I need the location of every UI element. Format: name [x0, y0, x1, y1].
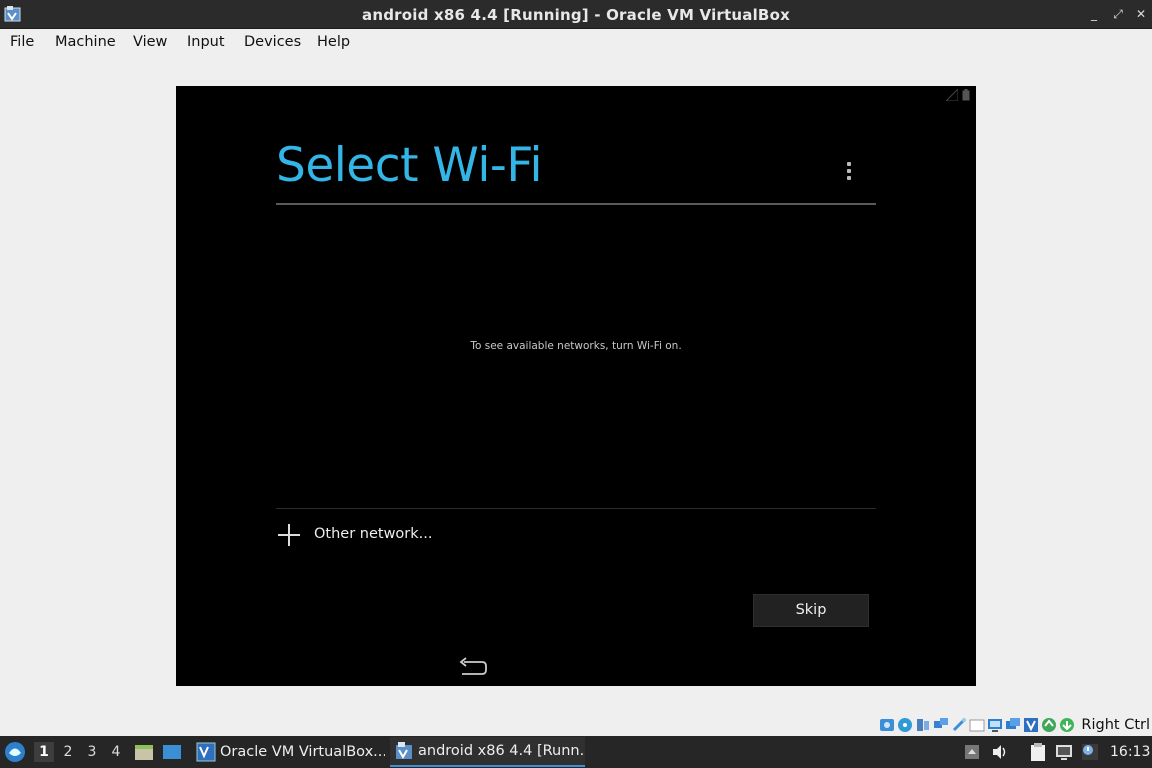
task-label: android x86 4.4 [Runn... [418, 743, 585, 759]
title-divider [276, 203, 876, 205]
clock: 16:13 [1110, 744, 1151, 760]
shared-folders-icon[interactable] [969, 717, 985, 733]
workspace-2[interactable]: 2 [58, 742, 78, 762]
workspace-1[interactable]: 1 [34, 742, 54, 762]
keyboard-icon[interactable] [1059, 717, 1075, 733]
window-titlebar[interactable]: android x86 4.4 [Running] - Oracle VM Vi… [0, 0, 1152, 29]
vt-x-icon[interactable] [1023, 717, 1039, 733]
mouse-integration-icon[interactable] [1041, 717, 1057, 733]
network-tray-icon[interactable] [1054, 742, 1074, 762]
minimize-icon[interactable]: _ [1086, 5, 1102, 23]
volume-icon[interactable] [990, 742, 1010, 762]
display-icon[interactable] [987, 717, 1003, 733]
page-title: Select Wi-Fi [276, 138, 543, 193]
video-capture-icon[interactable] [1005, 717, 1021, 733]
window-title: android x86 4.4 [Running] - Oracle VM Vi… [362, 6, 790, 24]
other-network-item[interactable]: Other network... [276, 520, 876, 552]
workspace-3[interactable]: 3 [82, 742, 102, 762]
menu-devices[interactable]: Devices [244, 34, 301, 50]
other-network-label: Other network... [314, 526, 433, 542]
menu-help[interactable]: Help [317, 34, 350, 50]
vbox-status-bar: Right Ctrl [879, 714, 1152, 736]
maximize-icon[interactable]: ⤢ [1110, 5, 1126, 23]
hard-disk-icon[interactable] [879, 717, 895, 733]
taskbar: 1 2 3 4 Oracle VM VirtualBox... android … [0, 736, 1152, 768]
task-label: Oracle VM VirtualBox... [220, 744, 385, 760]
vm-display[interactable]: Select Wi-Fi To see available networks, … [176, 86, 976, 686]
menu-file[interactable]: File [10, 34, 34, 50]
virtualbox-icon [396, 742, 412, 760]
start-menu-icon[interactable] [4, 741, 26, 763]
usb-icon[interactable] [951, 717, 967, 733]
notification-icon[interactable] [1080, 742, 1100, 762]
tray-arrow-icon[interactable] [962, 742, 982, 762]
menu-machine[interactable]: Machine [55, 34, 116, 50]
list-divider [276, 508, 876, 509]
task-virtualbox-manager[interactable]: Oracle VM VirtualBox... [192, 737, 385, 767]
wifi-off-message: To see available networks, turn Wi-Fi on… [470, 340, 682, 352]
battery-icon [962, 89, 970, 101]
overflow-menu-icon[interactable] [842, 160, 856, 184]
file-manager-icon[interactable] [134, 743, 154, 761]
plus-icon [278, 524, 300, 546]
optical-drive-icon[interactable] [897, 717, 913, 733]
host-key-label: Right Ctrl [1081, 717, 1150, 733]
menu-input[interactable]: Input [187, 34, 225, 50]
signal-icon [946, 89, 958, 101]
task-android-vm[interactable]: android x86 4.4 [Runn... [390, 737, 585, 767]
close-icon[interactable]: ✕ [1133, 5, 1149, 23]
android-status-icons [946, 89, 970, 101]
audio-icon[interactable] [915, 717, 931, 733]
menu-view[interactable]: View [133, 34, 167, 50]
workspace-4[interactable]: 4 [106, 742, 126, 762]
virtualbox-icon [196, 742, 216, 762]
menu-bar: File Machine View Input Devices Help [0, 29, 1152, 57]
clipboard-icon[interactable] [1028, 742, 1048, 762]
skip-button[interactable]: Skip [753, 594, 869, 627]
network-icon[interactable] [933, 717, 949, 733]
show-desktop-icon[interactable] [162, 743, 182, 761]
back-icon[interactable] [456, 656, 488, 680]
